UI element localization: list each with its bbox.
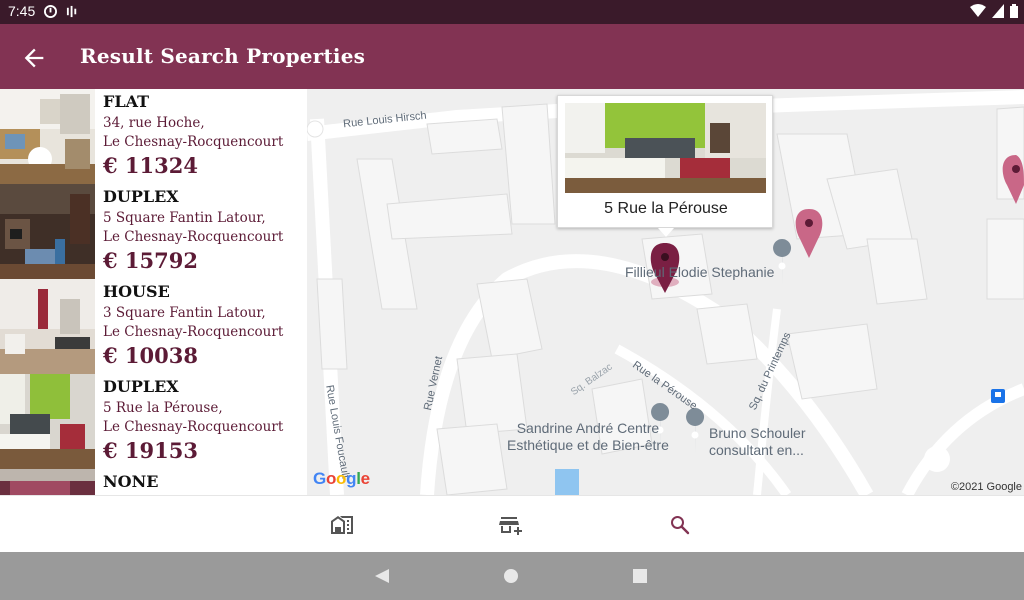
address-line-1: 5 Rue la Pérouse, (103, 400, 223, 416)
map-view[interactable]: Rue Louis Hirsch Rue Louis Foucault Rue … (307, 89, 1024, 495)
property-type: FLAT (103, 92, 150, 111)
property-address: 5 Square Fantin Latour, Le Chesnay-Rocqu… (103, 209, 283, 247)
property-price: € 10038 (103, 343, 198, 368)
property-address: 5 Rue la Pérouse, Le Chesnay-Rocquencour… (103, 399, 283, 437)
property-type: DUPLEX (103, 377, 179, 396)
system-navigation-bar (0, 552, 1024, 600)
property-list-item[interactable]: DUPLEX 5 Square Fantin Latour, Le Chesna… (0, 184, 307, 279)
property-type: DUPLEX (103, 187, 179, 206)
property-type: HOUSE (103, 282, 170, 301)
property-list-item[interactable]: DUPLEX 5 Rue la Pérouse, Le Chesnay-Rocq… (0, 374, 307, 469)
property-photo (0, 469, 95, 495)
property-list-item[interactable]: FLAT 34, rue Hoche, Le Chesnay-Rocquenco… (0, 89, 307, 184)
place-label-line: Sandrine André Centre (516, 420, 660, 436)
property-price: € 19153 (103, 438, 198, 463)
map-copyright: ©2021 Google (950, 481, 1022, 493)
address-line-1: 5 Square Fantin Latour, (103, 210, 266, 226)
info-window-label: 5 Rue la Pérouse (604, 200, 728, 217)
wifi-icon (970, 4, 986, 17)
property-list-item[interactable]: HOUSE 3 Square Fantin Latour, Le Chesnay… (0, 279, 307, 374)
place-label-line: Esthétique et de Bien-être (507, 437, 669, 453)
battery-icon (1010, 4, 1018, 18)
property-photo (0, 374, 95, 469)
address-line-2: Le Chesnay-Rocquencourt (103, 419, 284, 435)
google-logo: Google (313, 469, 370, 488)
system-back-icon[interactable] (374, 568, 390, 584)
address-line-2: Le Chesnay-Rocquencourt (103, 134, 284, 150)
property-photo (0, 279, 95, 374)
place-label[interactable]: Sandrine André Centre Esthétique et de B… (507, 420, 669, 454)
system-recents-icon[interactable] (632, 568, 648, 584)
property-photo (0, 184, 95, 279)
signal-notification-icon (66, 5, 77, 18)
address-line-2: Le Chesnay-Rocquencourt (103, 324, 284, 340)
property-photo (0, 89, 95, 184)
property-price: € 15792 (103, 248, 198, 273)
marker-info-window[interactable]: 5 Rue la Pérouse (557, 95, 773, 237)
back-arrow-icon[interactable] (20, 44, 48, 72)
address-line-2: Le Chesnay-Rocquencourt (103, 229, 284, 245)
page-title: Result Search Properties (80, 44, 366, 68)
property-price: € 11324 (103, 153, 198, 178)
place-label[interactable]: Fillieul Elodie Stephanie (625, 264, 774, 280)
property-address: 34, rue Hoche, Le Chesnay-Rocquencourt (103, 114, 283, 152)
app-bar: Result Search Properties (0, 24, 1024, 89)
address-line-1: 3 Square Fantin Latour, (103, 305, 266, 321)
property-address: 3 Square Fantin Latour, Le Chesnay-Rocqu… (103, 304, 283, 342)
address-line-1: 34, rue Hoche, (103, 115, 205, 131)
search-icon[interactable] (668, 513, 692, 537)
status-bar: 7:45 (0, 0, 1024, 24)
place-label[interactable]: Bruno Schouler consultant en... (709, 425, 806, 459)
add-business-icon[interactable] (499, 513, 523, 537)
place-label-line: consultant en... (709, 442, 804, 458)
home-work-icon[interactable] (330, 513, 354, 537)
cell-signal-icon (992, 4, 1004, 18)
place-label-line: Bruno Schouler (709, 425, 806, 441)
property-list[interactable]: FLAT 34, rue Hoche, Le Chesnay-Rocquenco… (0, 89, 307, 495)
status-time: 7:45 (8, 3, 36, 19)
property-list-item[interactable]: NONE (0, 469, 307, 495)
bottom-navigation (0, 495, 1024, 552)
info-window-photo (565, 103, 766, 193)
info-window-pointer (658, 228, 674, 237)
notification-icon (44, 5, 57, 18)
property-type: NONE (103, 472, 159, 491)
system-home-icon[interactable] (503, 568, 519, 584)
